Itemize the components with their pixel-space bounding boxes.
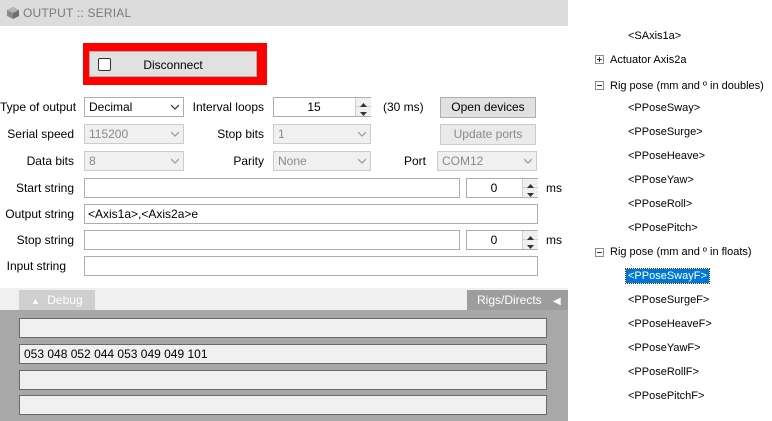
chevron-down-icon xyxy=(524,158,532,164)
chevron-down-icon xyxy=(171,131,179,137)
serial-speed-label: Serial speed xyxy=(7,127,74,141)
debug-line xyxy=(19,395,547,415)
start-string-input[interactable] xyxy=(84,178,460,198)
debug-tab[interactable]: ▲ Debug xyxy=(19,290,95,310)
disconnect-label: Disconnect xyxy=(143,58,203,72)
tree-group[interactable]: Rig pose (mm and º in doubles) xyxy=(610,80,764,92)
tree-item-selected[interactable]: <PPoseSwayF> xyxy=(625,268,710,284)
start-delay-unit: ms xyxy=(546,181,562,195)
serial-speed-select[interactable]: 115200 xyxy=(84,124,184,144)
output-string-label: Output string xyxy=(5,207,74,221)
interval-loops-label: Interval loops xyxy=(192,100,264,114)
debug-line: 053 048 052 044 053 049 049 101 xyxy=(19,344,547,364)
output-string-input[interactable]: <Axis1a>,<Axis2a>e xyxy=(84,204,538,224)
tree-item[interactable]: <SAxis1a> xyxy=(628,30,681,42)
stop-string-input[interactable] xyxy=(84,230,460,250)
triangle-left-icon: ◀ xyxy=(553,296,561,307)
parity-label: Parity xyxy=(233,154,264,168)
collapse-minus-icon[interactable] xyxy=(595,81,604,90)
cube-icon xyxy=(7,7,19,19)
chevron-down-icon xyxy=(171,104,179,110)
tree-item[interactable]: <PPoseSurgeF> xyxy=(628,294,709,306)
spin-arrows-icon[interactable] xyxy=(355,98,371,116)
stop-bits-label: Stop bits xyxy=(217,127,264,141)
triangle-up-icon: ▲ xyxy=(31,296,40,306)
tree-item[interactable]: <PPosePitch> xyxy=(628,222,698,234)
input-string-input[interactable] xyxy=(84,256,538,276)
stop-delay-spinner[interactable]: 0 xyxy=(466,230,538,250)
stop-string-label: Stop string xyxy=(16,233,74,247)
tree-group[interactable]: Rig pose (mm and º in floats) xyxy=(610,246,752,258)
type-of-output-select[interactable]: Decimal xyxy=(84,97,184,117)
interval-ms-readout: (30 ms) xyxy=(383,100,424,114)
window-title: OUTPUT :: SERIAL xyxy=(23,6,132,20)
chevron-down-icon xyxy=(358,158,366,164)
data-bits-select[interactable]: 8 xyxy=(84,151,184,171)
rigs-directs-tab[interactable]: Rigs/Directs ◀ xyxy=(467,290,568,310)
tree-item[interactable]: <PPoseSway> xyxy=(628,102,700,114)
stop-delay-unit: ms xyxy=(546,233,562,247)
expand-plus-icon[interactable] xyxy=(595,55,604,64)
start-delay-value[interactable]: 0 xyxy=(467,179,521,197)
port-select[interactable]: COM12 xyxy=(437,151,537,171)
tree-item[interactable]: <PPoseYawF> xyxy=(628,342,701,354)
parity-select[interactable]: None xyxy=(273,151,371,171)
chevron-down-icon xyxy=(358,131,366,137)
disconnect-toggle-button[interactable]: Disconnect xyxy=(89,51,257,77)
spin-arrows-icon[interactable] xyxy=(522,179,538,197)
tree-item[interactable]: <PPoseHeave> xyxy=(628,150,705,162)
debug-line xyxy=(19,318,547,338)
tree-item[interactable]: <PPosePitchF> xyxy=(628,390,704,402)
tree-item[interactable]: <PPoseRollF> xyxy=(628,366,699,378)
interval-loops-value[interactable]: 15 xyxy=(274,98,354,116)
stop-bits-select[interactable]: 1 xyxy=(273,124,371,144)
debug-line xyxy=(19,370,547,390)
input-string-label: Input string xyxy=(6,259,66,273)
port-label: Port xyxy=(403,154,426,168)
chevron-down-icon xyxy=(171,158,179,164)
data-bits-label: Data bits xyxy=(26,154,74,168)
stop-delay-value[interactable]: 0 xyxy=(467,231,521,249)
start-string-label: Start string xyxy=(15,181,74,195)
spin-arrows-icon[interactable] xyxy=(522,231,538,249)
start-delay-spinner[interactable]: 0 xyxy=(466,178,538,198)
tree-item[interactable]: <PPoseHeaveF> xyxy=(628,318,712,330)
open-devices-button[interactable]: Open devices xyxy=(440,97,536,118)
collapse-minus-icon[interactable] xyxy=(595,248,604,257)
interval-loops-spinner[interactable]: 15 xyxy=(273,97,371,117)
tree-item[interactable]: <PPoseSurge> xyxy=(628,126,703,138)
tree-item[interactable]: <PPoseRoll> xyxy=(628,198,692,210)
tree-group[interactable]: Actuator Axis2a xyxy=(610,54,686,66)
type-of-output-label: Type of output xyxy=(0,100,77,114)
update-ports-button[interactable]: Update ports xyxy=(440,124,536,145)
tree-item[interactable]: <PPoseYaw> xyxy=(628,174,694,186)
